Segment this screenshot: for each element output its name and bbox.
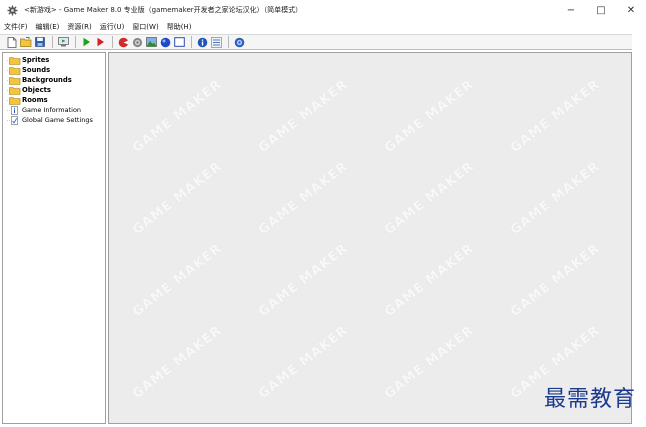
game-information-icon[interactable] xyxy=(196,36,208,48)
save-icon[interactable] xyxy=(34,36,46,48)
settings-document-icon xyxy=(7,115,21,125)
mdi-workspace[interactable]: GAME MAKER GAME MAKER GAME MAKER GAME MA… xyxy=(108,52,632,424)
right-edge-strip xyxy=(632,34,646,427)
resource-tree: Sprites Sounds Backgrounds Objects Rooms… xyxy=(2,52,106,424)
tree-item-label: Backgrounds xyxy=(22,76,72,84)
workspace-watermark: GAME MAKER xyxy=(255,159,352,238)
tree-item-backgrounds[interactable]: Backgrounds xyxy=(3,75,105,85)
workspace-watermark: GAME MAKER xyxy=(129,159,226,238)
brand-watermark: 最需教育 xyxy=(543,387,636,412)
window-title: <新游戏> - Game Maker 8.0 专业版（gamemaker开发者之… xyxy=(24,6,303,14)
menu-resources[interactable]: 资源(R) xyxy=(67,22,91,32)
close-button[interactable]: ✕ xyxy=(616,0,646,20)
create-background-icon[interactable] xyxy=(145,36,157,48)
toolbar-separator xyxy=(191,36,192,48)
menu-help[interactable]: 帮助(H) xyxy=(167,22,192,32)
workspace-watermark: GAME MAKER xyxy=(255,241,352,320)
new-file-icon[interactable] xyxy=(6,36,18,48)
tree-item-label: Objects xyxy=(22,86,51,94)
create-sound-icon[interactable] xyxy=(131,36,143,48)
tree-item-global-game-settings[interactable]: Global Game Settings xyxy=(3,115,105,125)
workspace-watermark: GAME MAKER xyxy=(507,241,604,320)
folder-icon xyxy=(7,76,21,85)
tree-item-sounds[interactable]: Sounds xyxy=(3,65,105,75)
tree-item-rooms[interactable]: Rooms xyxy=(3,95,105,105)
folder-icon xyxy=(7,56,21,65)
workspace-watermark: GAME MAKER xyxy=(381,241,478,320)
create-room-icon[interactable] xyxy=(173,36,185,48)
info-document-icon xyxy=(7,105,21,115)
workspace-watermark: GAME MAKER xyxy=(255,77,352,156)
tree-item-label: Sprites xyxy=(22,56,50,64)
tree-item-label: Rooms xyxy=(22,96,48,104)
tree-item-label: Game Information xyxy=(22,106,82,114)
maximize-button[interactable]: □ xyxy=(586,0,616,20)
tree-item-label: Sounds xyxy=(22,66,51,74)
game-maker-app-icon[interactable] xyxy=(6,4,18,16)
workspace-watermark: GAME MAKER xyxy=(129,323,226,402)
folder-icon xyxy=(7,66,21,75)
open-folder-icon[interactable] xyxy=(20,36,32,48)
workspace-watermark: GAME MAKER xyxy=(381,159,478,238)
run-game-icon[interactable] xyxy=(80,36,92,48)
debug-game-icon[interactable] xyxy=(94,36,106,48)
global-settings-icon[interactable] xyxy=(210,36,222,48)
folder-icon xyxy=(7,86,21,95)
toolbar-separator xyxy=(112,36,113,48)
minimize-button[interactable]: − xyxy=(556,0,586,20)
create-object-icon[interactable] xyxy=(159,36,171,48)
menu-bar: 文件(F) 编辑(E) 资源(R) 运行(U) 窗口(W) 帮助(H) xyxy=(0,20,646,33)
workspace-watermark: GAME MAKER xyxy=(129,241,226,320)
menu-edit[interactable]: 编辑(E) xyxy=(36,22,60,32)
window-controls: − □ ✕ xyxy=(556,0,646,20)
tree-item-objects[interactable]: Objects xyxy=(3,85,105,95)
workspace-watermark: GAME MAKER xyxy=(507,77,604,156)
create-sprite-icon[interactable] xyxy=(117,36,129,48)
workspace-watermark: GAME MAKER xyxy=(255,323,352,402)
menu-file[interactable]: 文件(F) xyxy=(4,22,28,32)
help-icon[interactable] xyxy=(233,36,245,48)
tree-item-label: Global Game Settings xyxy=(22,116,93,124)
menu-window[interactable]: 窗口(W) xyxy=(132,22,158,32)
create-executable-icon[interactable] xyxy=(57,36,69,48)
menu-run[interactable]: 运行(U) xyxy=(100,22,125,32)
tree-item-game-information[interactable]: Game Information xyxy=(3,105,105,115)
workspace-watermark: GAME MAKER xyxy=(381,323,478,402)
toolbar-separator xyxy=(228,36,229,48)
toolbar-separator xyxy=(52,36,53,48)
tree-item-sprites[interactable]: Sprites xyxy=(3,55,105,65)
workspace-watermark: GAME MAKER xyxy=(507,159,604,238)
title-bar: <新游戏> - Game Maker 8.0 专业版（gamemaker开发者之… xyxy=(0,0,646,20)
workspace-watermark: GAME MAKER xyxy=(129,77,226,156)
toolbar-separator xyxy=(75,36,76,48)
folder-icon xyxy=(7,96,21,105)
workspace-watermark: GAME MAKER xyxy=(381,77,478,156)
toolbar xyxy=(0,34,632,50)
